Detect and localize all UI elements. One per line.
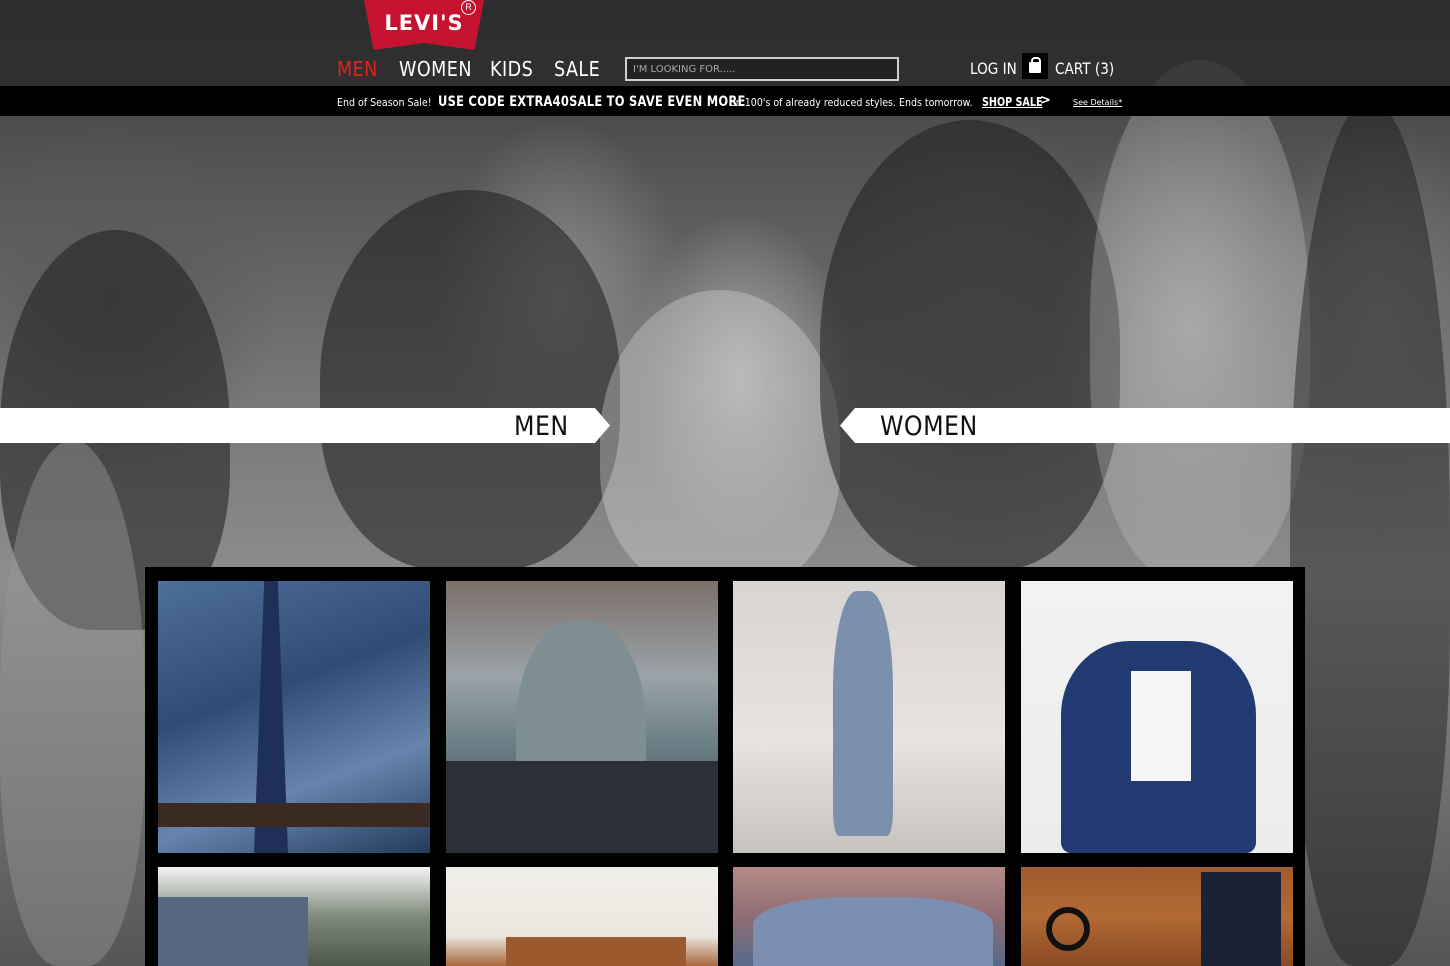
grid-tile-man-car[interactable] (446, 581, 718, 853)
lookbook-grid (145, 567, 1305, 966)
men-banner[interactable]: MEN (0, 408, 610, 443)
grid-tile-frayed-denim[interactable] (733, 867, 1005, 966)
jeans-shape (158, 897, 308, 966)
site-header: LEVI'S R MEN WOMEN KIDS SALE LOG IN CART… (0, 0, 1450, 86)
men-banner-label[interactable]: MEN (514, 411, 569, 442)
search-input[interactable] (625, 57, 899, 81)
hero-figure (0, 440, 145, 966)
grid-tile-jeans-pocket[interactable] (158, 867, 430, 966)
furniture-shape (506, 937, 686, 966)
grid-tile-interior[interactable] (446, 867, 718, 966)
headphones-shape (1046, 907, 1090, 951)
nav-kids[interactable]: KIDS (490, 57, 533, 81)
cart-link[interactable]: CART (3) (1055, 59, 1114, 78)
chevron-right-icon[interactable]: > (1040, 93, 1051, 108)
promo-intro: End of Season Sale! (337, 96, 432, 109)
denim-shape (753, 897, 993, 966)
promo-code-text: USE CODE EXTRA40SALE TO SAVE EVEN MORE (438, 94, 746, 110)
grid-tile-denim-jacket[interactable] (1021, 581, 1293, 853)
jeans-shape (1201, 872, 1281, 966)
figure-shape (833, 591, 893, 836)
tee-shape (1131, 671, 1191, 781)
grid-tile-woman-baggy-jeans[interactable] (733, 581, 1005, 853)
grid-tile-denim-shirt[interactable] (158, 581, 430, 853)
promo-bar: End of Season Sale! USE CODE EXTRA40SALE… (0, 86, 1450, 116)
nav-sale[interactable]: SALE (554, 57, 600, 81)
women-banner-label[interactable]: WOMEN (880, 411, 978, 442)
hero-figure (1290, 100, 1450, 966)
nav-women[interactable]: WOMEN (399, 57, 472, 81)
logo-text: LEVI'S (384, 11, 464, 35)
belt-shape (158, 803, 430, 827)
grid-tile-flat-lay[interactable] (1021, 867, 1293, 966)
registered-mark: R (461, 0, 476, 15)
car-shape (446, 761, 718, 853)
hero-figure (820, 120, 1120, 570)
nav-men[interactable]: MEN (337, 57, 378, 81)
shopping-bag-icon[interactable] (1022, 53, 1048, 79)
women-banner[interactable]: WOMEN (840, 408, 1450, 443)
hero-figure (600, 290, 840, 590)
hero-figure (320, 190, 620, 570)
see-details-link[interactable]: See Details* (1073, 98, 1122, 107)
hero-figure (1090, 60, 1310, 580)
promo-detail: on 100's of already reduced styles. Ends… (730, 96, 973, 109)
shop-sale-link[interactable]: SHOP SALE (982, 95, 1043, 109)
login-link[interactable]: LOG IN (970, 59, 1017, 78)
